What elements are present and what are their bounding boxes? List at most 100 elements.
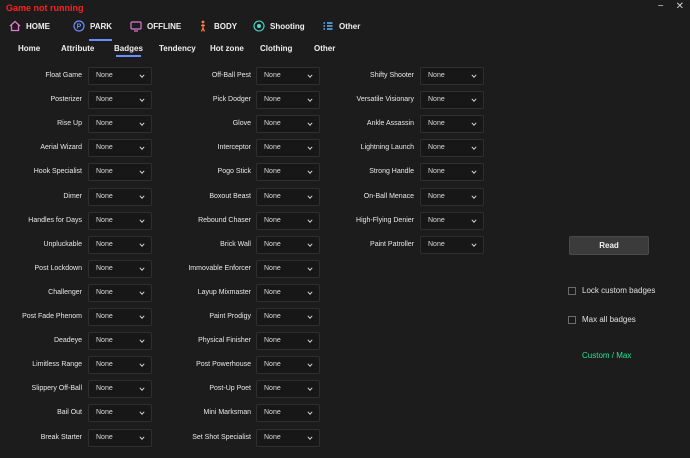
nav-active-underline	[89, 39, 113, 41]
badge-level-select[interactable]: None	[420, 115, 484, 133]
badge-label: Float Game	[45, 72, 82, 79]
badge-level-value: None	[264, 289, 281, 296]
badge-level-value: None	[264, 313, 281, 320]
badge-level-value: None	[96, 313, 113, 320]
badge-label: Pogo Stick	[217, 168, 251, 175]
badge-label: Rebound Chaser	[198, 217, 251, 224]
nav-offline[interactable]: OFFLINE	[130, 14, 181, 38]
badge-label: Dimer	[63, 193, 82, 200]
minimize-button[interactable]: −	[658, 1, 664, 12]
tab-hot-zone[interactable]: Hot zone	[210, 44, 244, 53]
target-icon	[253, 20, 265, 32]
chevron-down-icon	[471, 122, 477, 126]
badge-label: On-Ball Menace	[363, 193, 414, 200]
badge-label: Glove	[232, 120, 251, 127]
chevron-down-icon	[307, 436, 313, 440]
badge-label: Set Shot Specialist	[192, 434, 251, 441]
badge-level-value: None	[428, 72, 445, 79]
chevron-down-icon	[307, 267, 313, 271]
badge-label: Off-Ball Pest	[211, 72, 251, 79]
tab-badges[interactable]: Badges	[114, 44, 143, 57]
checkbox-box[interactable]	[568, 315, 576, 324]
chevron-down-icon	[471, 74, 477, 78]
body-icon	[197, 20, 209, 32]
badge-label: Limitless Range	[32, 361, 82, 368]
chevron-down-icon	[307, 387, 313, 391]
badge-level-value: None	[428, 96, 445, 103]
badge-label: Paint Patroller	[370, 241, 414, 248]
tab-other[interactable]: Other	[314, 44, 335, 53]
badge-level-select[interactable]: None	[256, 429, 320, 447]
tab-clothing[interactable]: Clothing	[260, 44, 292, 53]
badge-label: Pick Dodger	[212, 96, 251, 103]
badge-label: Boxout Beast	[209, 193, 251, 200]
sub-navigation: Home Attribute Badges Tendency Hot zone …	[0, 42, 690, 60]
badge-level-select[interactable]: None	[256, 260, 320, 278]
badge-level-select[interactable]: None	[420, 91, 484, 109]
badge-label: Handles for Days	[28, 217, 82, 224]
badge-label: Bail Out	[57, 409, 82, 416]
close-button[interactable]: ✕	[676, 1, 684, 12]
badge-level-select[interactable]: None	[420, 139, 484, 157]
badge-level-value: None	[264, 337, 281, 344]
badge-label: Strong Handle	[369, 168, 414, 175]
nav-shooting[interactable]: Shooting	[253, 14, 305, 38]
badge-level-select[interactable]: None	[256, 308, 320, 326]
monitor-icon	[130, 20, 142, 32]
badge-label: Aerial Wizard	[40, 144, 82, 151]
badge-level-value: None	[96, 96, 113, 103]
checkbox-box[interactable]	[568, 286, 576, 295]
badge-level-value: None	[96, 120, 113, 127]
badge-label: Post Powerhouse	[196, 361, 251, 368]
chevron-down-icon	[307, 339, 313, 343]
badge-label: Brick Wall	[220, 241, 251, 248]
mode-status-text: Custom / Max	[582, 351, 632, 360]
nav-offline-label: OFFLINE	[147, 21, 182, 31]
badge-level-select[interactable]: None	[420, 188, 484, 206]
badge-label: Paint Prodigy	[209, 313, 251, 320]
badge-label: Challenger	[48, 289, 82, 296]
game-status-text: Game not running	[6, 3, 84, 13]
nav-body[interactable]: BODY	[197, 14, 237, 38]
badge-level-value: None	[96, 409, 113, 416]
badge-level-value: None	[264, 385, 281, 392]
read-button[interactable]: Read	[569, 236, 649, 255]
badge-level-value: None	[264, 241, 281, 248]
badge-level-select[interactable]: None	[420, 236, 484, 254]
home-icon	[9, 20, 21, 32]
tab-attribute[interactable]: Attribute	[61, 44, 94, 53]
nav-other[interactable]: Other	[322, 14, 360, 38]
badge-level-value: None	[96, 289, 113, 296]
nav-other-label: Other	[339, 21, 361, 31]
badge-level-select[interactable]: None	[420, 163, 484, 181]
badge-level-select[interactable]: None	[256, 332, 320, 350]
badge-level-value: None	[428, 217, 445, 224]
badge-level-value: None	[264, 120, 281, 127]
badge-level-value: None	[96, 385, 113, 392]
badge-level-value: None	[96, 241, 113, 248]
badge-level-select[interactable]: None	[256, 356, 320, 374]
tab-home[interactable]: Home	[18, 44, 40, 53]
nav-home[interactable]: HOME	[9, 14, 50, 38]
badge-level-value: None	[96, 434, 113, 441]
badge-level-select[interactable]: None	[420, 67, 484, 85]
chevron-down-icon	[471, 243, 477, 247]
badge-label: Break Starter	[40, 434, 82, 441]
lock-custom-badges-checkbox[interactable]: Lock custom badges	[568, 286, 655, 295]
badge-label: Shifty Shooter	[370, 72, 414, 79]
badge-label: Post Fade Phenom	[22, 313, 82, 320]
badge-level-value: None	[96, 168, 113, 175]
badge-level-select[interactable]: None	[256, 380, 320, 398]
badge-level-select[interactable]: None	[256, 284, 320, 302]
nav-body-label: BODY	[214, 21, 238, 31]
badge-label: Lightning Launch	[360, 144, 414, 151]
badge-label: Physical Finisher	[198, 337, 251, 344]
badge-label: Post Lockdown	[34, 265, 82, 272]
tab-tendency[interactable]: Tendency	[159, 44, 196, 53]
max-all-badges-checkbox[interactable]: Max all badges	[568, 315, 636, 324]
badge-label: Layup Mixmaster	[197, 289, 251, 296]
badge-level-select[interactable]: None	[420, 212, 484, 230]
badge-level-select[interactable]: None	[256, 404, 320, 422]
nav-park[interactable]: P PARK	[73, 14, 113, 41]
svg-text:P: P	[77, 24, 82, 31]
